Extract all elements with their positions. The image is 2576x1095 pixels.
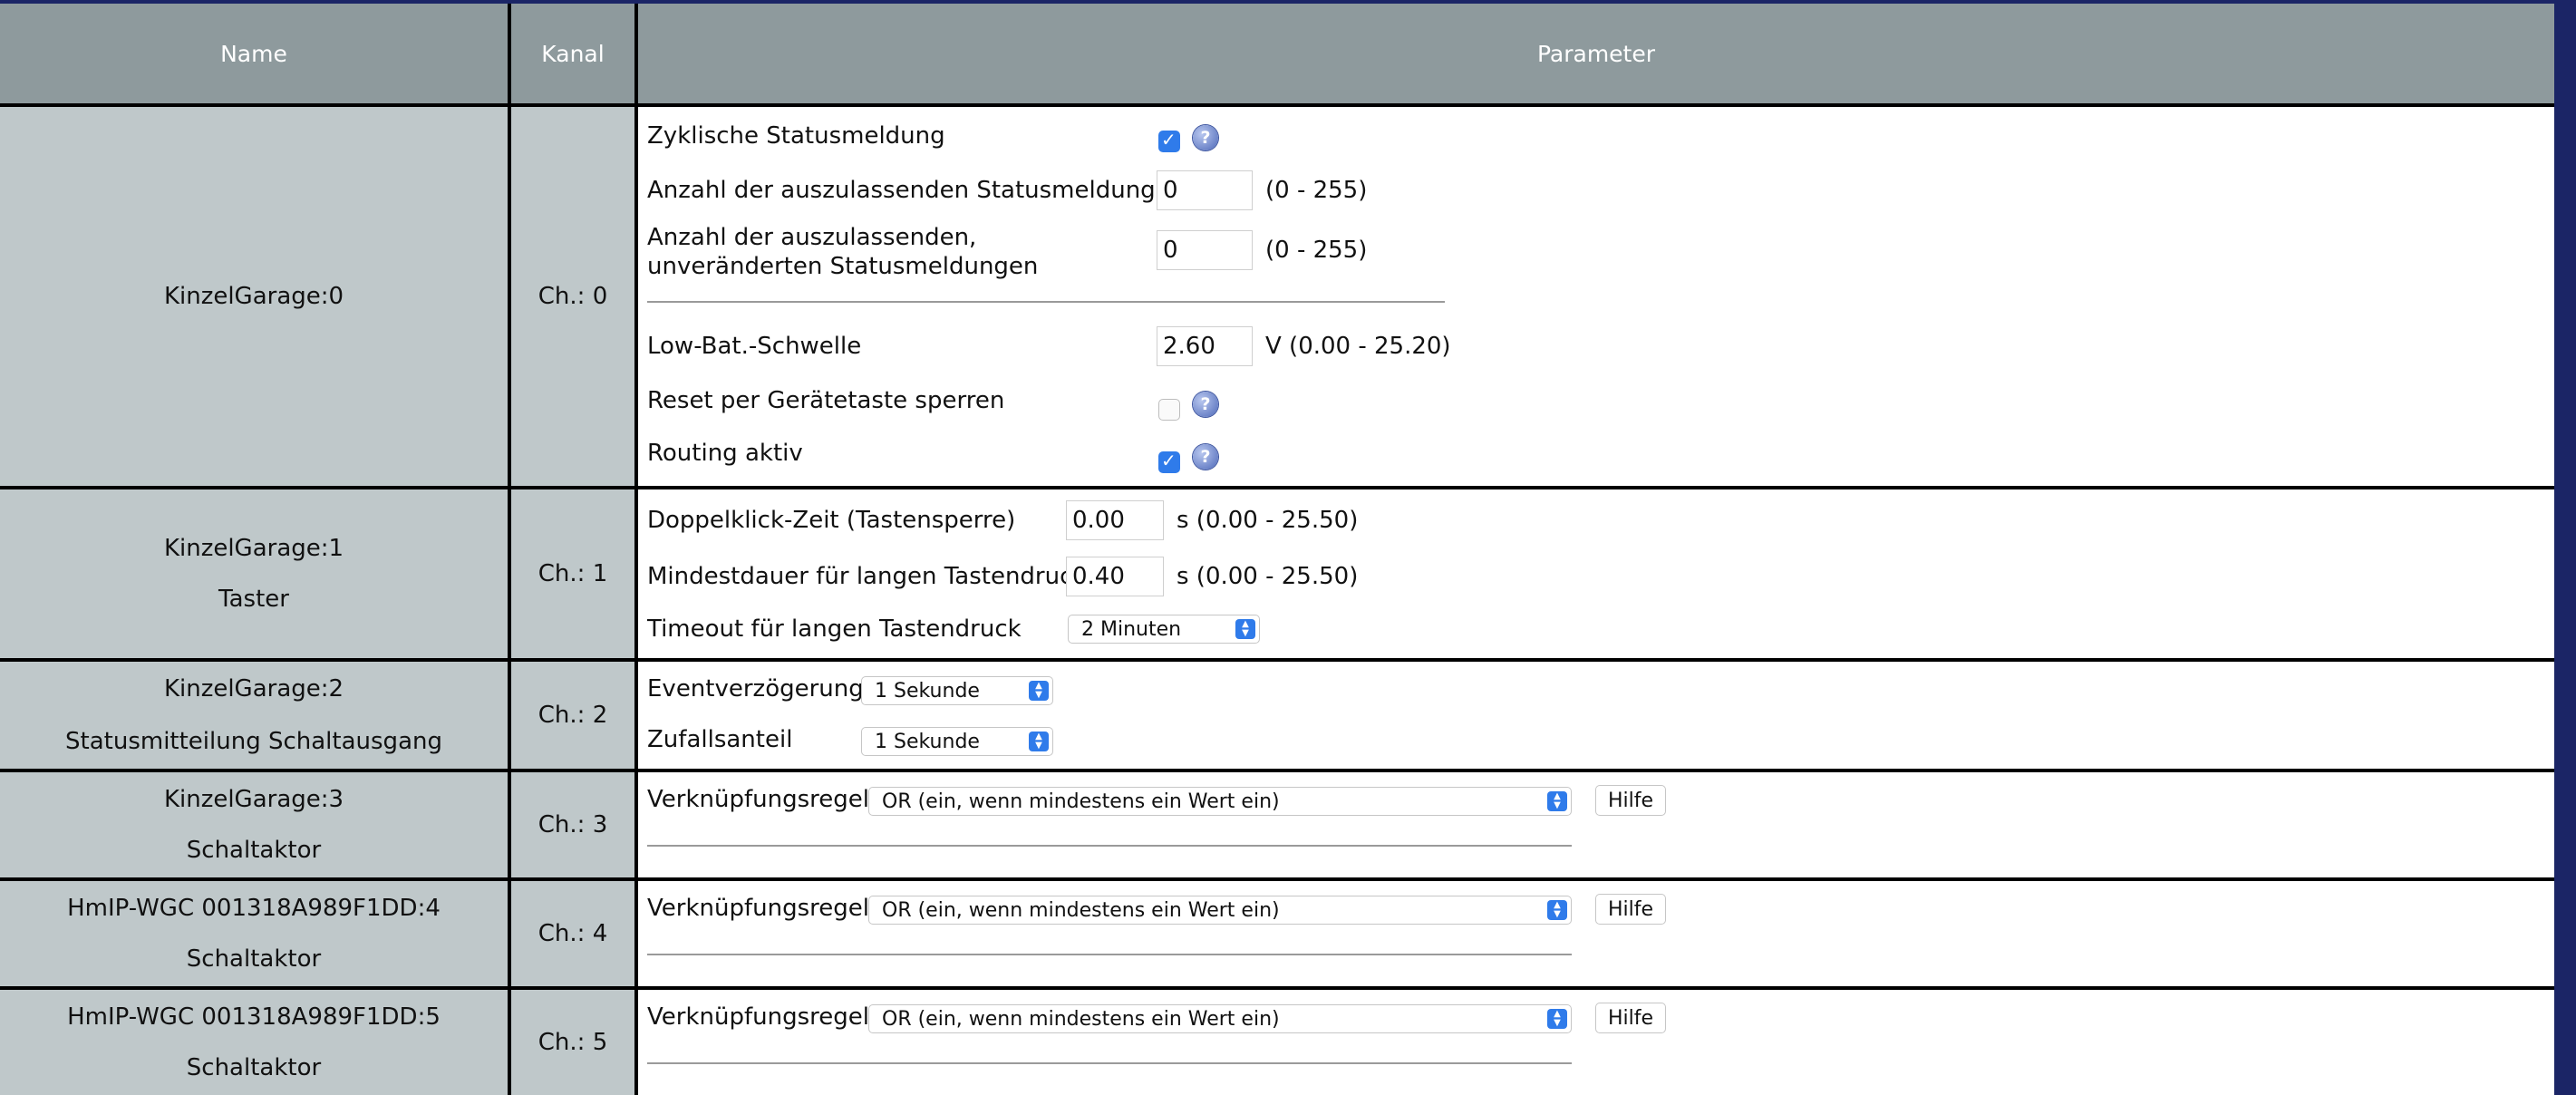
table-row-name: HmIP-WGC 001318A989F1DD:4 Schaltaktor bbox=[0, 881, 508, 986]
table-row-name: KinzelGarage:3 Schaltaktor bbox=[0, 772, 508, 877]
table-row-channel: Ch.: 0 bbox=[511, 107, 634, 486]
checkbox-cyclic-status[interactable] bbox=[1158, 129, 1180, 152]
column-header-parameter: Parameter bbox=[638, 4, 2554, 103]
select-value: 1 Sekunde bbox=[875, 730, 980, 753]
chevron-updown-icon: ▲ ▼ bbox=[1029, 732, 1049, 751]
select-value: 1 Sekunde bbox=[875, 679, 980, 703]
timeout-select[interactable]: 2 Minuten ▲ ▼ bbox=[1068, 615, 1260, 644]
table-row-name: KinzelGarage:2 Statusmitteilung Schaltau… bbox=[0, 662, 508, 769]
random-select[interactable]: 1 Sekunde ▲ ▼ bbox=[861, 727, 1053, 756]
param-label-skip-status: Anzahl der auszulassenden Statusmeldunge… bbox=[647, 177, 1186, 204]
checkbox-reset-lock[interactable] bbox=[1158, 399, 1180, 421]
device-name: HmIP-WGC 001318A989F1DD:4 bbox=[67, 895, 441, 922]
skip-status-range: (0 - 255) bbox=[1265, 177, 1368, 204]
param-label-timeout: Timeout für langen Tastendruck bbox=[647, 615, 1022, 643]
parameter-panel-ch5: Verknüpfungsregel OR (ein, wenn mindeste… bbox=[638, 990, 2554, 1095]
channel-label: Ch.: 3 bbox=[537, 811, 608, 838]
skip-status-input[interactable]: 0 bbox=[1157, 170, 1253, 210]
separator bbox=[647, 845, 1572, 847]
rule-select[interactable]: OR (ein, wenn mindestens ein Wert ein) ▲… bbox=[868, 1004, 1572, 1033]
device-name: HmIP-WGC 001318A989F1DD:5 bbox=[67, 1003, 441, 1031]
chevron-updown-icon: ▲ ▼ bbox=[1547, 791, 1567, 811]
param-label-routing: Routing aktiv bbox=[647, 440, 803, 467]
param-label-lowbat: Low-Bat.-Schwelle bbox=[647, 333, 862, 360]
separator bbox=[647, 301, 1445, 303]
table-row-name: HmIP-WGC 001318A989F1DD:5 Schaltaktor bbox=[0, 990, 508, 1095]
help-button[interactable]: Hilfe bbox=[1595, 785, 1666, 816]
table-row-channel: Ch.: 5 bbox=[511, 990, 634, 1095]
help-button[interactable]: Hilfe bbox=[1595, 1003, 1666, 1033]
chevron-updown-icon: ▲ ▼ bbox=[1547, 900, 1567, 920]
help-icon[interactable]: ? bbox=[1193, 392, 1218, 417]
table-row-name: KinzelGarage:1 Taster bbox=[0, 489, 508, 658]
device-type: Schaltaktor bbox=[186, 1054, 322, 1081]
chevron-updown-icon: ▲ ▼ bbox=[1029, 681, 1049, 701]
channel-label: Ch.: 4 bbox=[537, 920, 608, 947]
select-value: 2 Minuten bbox=[1081, 617, 1182, 641]
minlong-input[interactable]: 0.40 bbox=[1066, 557, 1164, 596]
chevron-updown-icon: ▲ ▼ bbox=[1547, 1009, 1567, 1029]
help-icon[interactable]: ? bbox=[1193, 444, 1218, 470]
channel-label: Ch.: 5 bbox=[537, 1029, 608, 1056]
select-value: OR (ein, wenn mindestens ein Wert ein) bbox=[882, 1007, 1280, 1031]
table-row-channel: Ch.: 3 bbox=[511, 772, 634, 877]
select-value: OR (ein, wenn mindestens ein Wert ein) bbox=[882, 790, 1280, 813]
device-parameter-table: Name Kanal Parameter KinzelGarage:0 Ch.:… bbox=[0, 4, 2554, 1095]
param-label-skip-unchanged: Anzahl der auszulassenden, unveränderten… bbox=[647, 224, 1039, 280]
parameter-panel-ch4: Verknüpfungsregel OR (ein, wenn mindeste… bbox=[638, 881, 2554, 986]
device-type: Schaltaktor bbox=[186, 945, 322, 973]
column-header-name: Name bbox=[0, 4, 508, 103]
table-row-channel: Ch.: 2 bbox=[511, 662, 634, 769]
parameter-panel-ch2: Eventverzögerung 1 Sekunde ▲ ▼ Zufallsant… bbox=[638, 662, 2554, 769]
table-row-channel: Ch.: 1 bbox=[511, 489, 634, 658]
doubleclick-range: s (0.00 - 25.50) bbox=[1177, 507, 1359, 534]
minlong-range: s (0.00 - 25.50) bbox=[1177, 563, 1359, 590]
chevron-updown-icon: ▲ ▼ bbox=[1235, 619, 1255, 639]
parameter-panel-ch1: Doppelklick-Zeit (Tastensperre) 0.00 s (… bbox=[638, 489, 2554, 658]
separator bbox=[647, 954, 1572, 955]
channel-label: Ch.: 0 bbox=[537, 283, 608, 310]
channel-label: Ch.: 1 bbox=[537, 560, 608, 587]
parameter-panel-ch3: Verknüpfungsregel OR (ein, wenn mindeste… bbox=[638, 772, 2554, 877]
event-delay-select[interactable]: 1 Sekunde ▲ ▼ bbox=[861, 676, 1053, 705]
device-name: KinzelGarage:1 bbox=[163, 535, 344, 562]
param-label-event-delay: Eventverzögerung bbox=[647, 675, 864, 703]
checkbox-routing[interactable] bbox=[1158, 450, 1180, 473]
device-name: KinzelGarage:3 bbox=[163, 786, 344, 813]
device-name: KinzelGarage:0 bbox=[163, 283, 344, 310]
separator bbox=[647, 1062, 1572, 1064]
help-button[interactable]: Hilfe bbox=[1595, 894, 1666, 925]
doubleclick-input[interactable]: 0.00 bbox=[1066, 500, 1164, 540]
table-row-channel: Ch.: 4 bbox=[511, 881, 634, 986]
lowbat-input[interactable]: 2.60 bbox=[1157, 326, 1253, 366]
channel-label: Ch.: 2 bbox=[537, 702, 608, 729]
param-label-rule: Verknüpfungsregel bbox=[647, 1003, 869, 1031]
skip-unchanged-range: (0 - 255) bbox=[1265, 237, 1368, 264]
device-type: Taster bbox=[218, 586, 289, 613]
param-label-doubleclick: Doppelklick-Zeit (Tastensperre) bbox=[647, 507, 1016, 534]
column-header-channel: Kanal bbox=[511, 4, 634, 103]
table-row-name: KinzelGarage:0 bbox=[0, 107, 508, 486]
device-type: Statusmitteilung Schaltausgang bbox=[65, 728, 442, 755]
param-label-cyclic-status: Zyklische Statusmeldung bbox=[647, 122, 945, 150]
select-value: OR (ein, wenn mindestens ein Wert ein) bbox=[882, 898, 1280, 922]
skip-unchanged-input[interactable]: 0 bbox=[1157, 230, 1253, 270]
param-label-reset-lock: Reset per Gerätetaste sperren bbox=[647, 387, 1005, 414]
param-label-random: Zufallsanteil bbox=[647, 726, 793, 753]
param-label-minlong: Mindestdauer für langen Tastendruck bbox=[647, 563, 1087, 590]
parameter-panel-ch0: Zyklische Statusmeldung ? Anzahl der aus… bbox=[638, 107, 2554, 486]
param-label-rule: Verknüpfungsregel bbox=[647, 786, 869, 813]
param-label-rule: Verknüpfungsregel bbox=[647, 895, 869, 922]
rule-select[interactable]: OR (ein, wenn mindestens ein Wert ein) ▲… bbox=[868, 787, 1572, 816]
rule-select[interactable]: OR (ein, wenn mindestens ein Wert ein) ▲… bbox=[868, 896, 1572, 925]
lowbat-range: V (0.00 - 25.20) bbox=[1265, 333, 1451, 360]
device-type: Schaltaktor bbox=[186, 837, 322, 864]
device-name: KinzelGarage:2 bbox=[163, 675, 344, 703]
help-icon[interactable]: ? bbox=[1193, 125, 1218, 150]
